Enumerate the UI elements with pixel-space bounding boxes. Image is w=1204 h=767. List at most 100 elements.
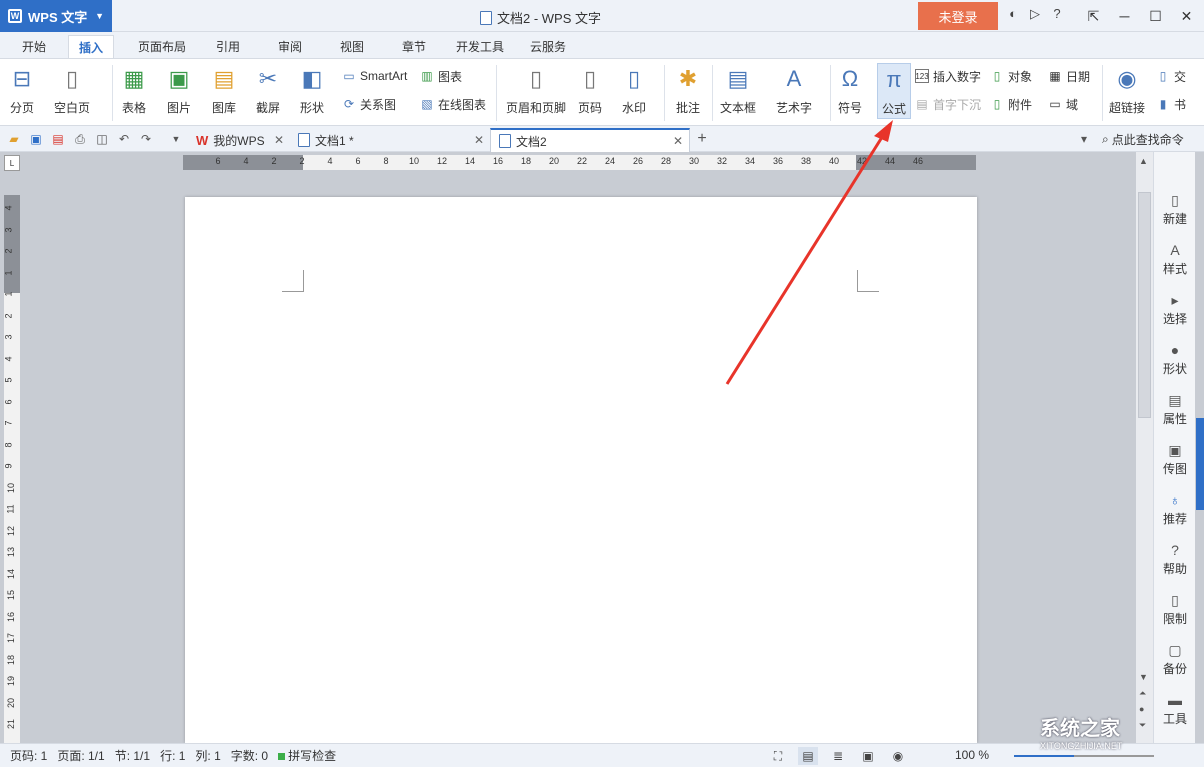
web-view-icon[interactable]: ▣: [858, 747, 878, 765]
tab-developer[interactable]: 开发工具: [446, 35, 514, 58]
print-preview-icon[interactable]: ◫: [94, 131, 110, 147]
formula-button[interactable]: π 公式: [877, 63, 911, 119]
print-icon[interactable]: ⎙: [72, 131, 88, 147]
panel-upload-image[interactable]: ▣ 传图: [1154, 442, 1196, 477]
relation-button[interactable]: ⟳ 关系图: [342, 95, 396, 113]
symbol-button[interactable]: Ω 符号: [836, 65, 864, 116]
spell-check-toggle[interactable]: 拼写检查: [278, 747, 336, 764]
attachment-button[interactable]: ▯ 附件: [990, 95, 1032, 113]
comment-button[interactable]: ✱ 批注: [674, 65, 702, 116]
watermark-button[interactable]: ▯ 水印: [620, 65, 648, 116]
dropcap-button[interactable]: ▤ 首字下沉: [915, 95, 981, 113]
close-icon[interactable]: ✕: [673, 134, 683, 148]
panel-properties[interactable]: ▤ 属性: [1154, 392, 1196, 427]
date-button[interactable]: ▦ 日期: [1048, 67, 1090, 85]
tab-page-layout[interactable]: 页面布局: [128, 35, 196, 58]
ruler-tick: 2: [271, 156, 277, 166]
tab-references[interactable]: 引用: [206, 35, 250, 58]
horizontal-ruler[interactable]: 6 4 2 2 4 6 8 10 12 14 16 18 20 22 24 26 28 30 32 34 36 38 40 4…: [183, 155, 976, 170]
search-command-input[interactable]: ⌕ 点此查找命令: [1102, 131, 1184, 148]
document-page[interactable]: [185, 197, 977, 743]
online-chart-button[interactable]: ▧ 在线图表: [420, 95, 486, 113]
export-pdf-icon[interactable]: ▤: [50, 131, 66, 147]
blank-page-button[interactable]: ▯ 空白页: [54, 65, 90, 116]
close-icon[interactable]: ✕: [474, 133, 484, 147]
ruler-corner-button[interactable]: L: [4, 155, 20, 171]
doc-tab-doc2[interactable]: 文档2 ✕: [490, 128, 690, 152]
panel-shape[interactable]: ● 形状: [1154, 342, 1196, 377]
login-button[interactable]: 未登录: [918, 2, 998, 30]
panel-edge-tab[interactable]: [1196, 418, 1204, 510]
save-icon[interactable]: ▣: [28, 131, 44, 147]
tab-review[interactable]: 审阅: [268, 35, 312, 58]
status-page-code[interactable]: 页码: 1: [10, 747, 47, 764]
zoom-slider[interactable]: [1014, 755, 1154, 757]
app-menu-button[interactable]: W WPS 文字 ▼: [0, 0, 112, 32]
textbox-icon: ▤: [727, 66, 749, 91]
shape-button[interactable]: ◧ 形状: [298, 65, 326, 116]
panel-style[interactable]: A 样式: [1154, 242, 1196, 277]
zoom-level[interactable]: 100 %: [955, 748, 989, 762]
panel-new[interactable]: ▯ 新建: [1154, 192, 1196, 227]
hyperlink-button[interactable]: ◉ 超链接: [1109, 65, 1145, 116]
undo-icon[interactable]: ↶: [116, 131, 132, 147]
picture-button[interactable]: ▣ 图片: [165, 65, 193, 116]
doc-tab-doc1[interactable]: 文档1 * ✕: [290, 128, 490, 152]
vertical-ruler[interactable]: 4 3 2 1 1 2 3 4 5 6 7 8 9 10 11 12 13 14 15 16 17 18 19 20 21: [4, 195, 20, 743]
chart-button[interactable]: ▥ 图表: [420, 67, 462, 85]
close-icon[interactable]: ✕: [1171, 0, 1202, 32]
scroll-up-icon[interactable]: ▲: [1139, 156, 1148, 166]
bookmark-button[interactable]: ▮ 书: [1156, 95, 1186, 113]
feedback-icon[interactable]: ▷: [1026, 6, 1044, 22]
doc-tab-my-wps[interactable]: W 我的WPS ✕: [188, 128, 290, 152]
ribbon-options-icon[interactable]: ▾: [1076, 131, 1092, 147]
field-button[interactable]: ▭ 域: [1048, 95, 1078, 113]
new-tab-icon[interactable]: +: [694, 130, 710, 147]
tab-insert[interactable]: 插入: [68, 35, 115, 58]
gallery-button[interactable]: ▤ 图库: [210, 65, 238, 116]
table-button[interactable]: ▦ 表格: [120, 65, 148, 116]
page-break-button[interactable]: ⊟ 分页: [8, 65, 36, 116]
vertical-scrollbar[interactable]: ▲ ▼ ⏶ ● ⏷: [1136, 152, 1153, 743]
screenshot-button[interactable]: ✂ 截屏: [254, 65, 282, 116]
insert-number-button[interactable]: 123 插入数字: [915, 67, 981, 85]
status-word-count[interactable]: 字数: 0: [231, 747, 268, 764]
redo-icon[interactable]: ↷: [138, 131, 154, 147]
tab-chapter[interactable]: 章节: [392, 35, 436, 58]
header-footer-button[interactable]: ▯ 页眉和页脚: [506, 65, 566, 116]
panel-recommend[interactable]: ♁ 推荐: [1154, 492, 1196, 527]
eye-protection-icon[interactable]: ◉: [888, 747, 908, 765]
wordart-button[interactable]: A 艺术字: [776, 65, 812, 116]
page-number-button[interactable]: ▯ 页码: [576, 65, 604, 116]
ribbon-collapse-icon[interactable]: ⇱: [1078, 0, 1109, 32]
skin-icon[interactable]: ◐: [1004, 6, 1022, 22]
ruler-tick: 36: [772, 156, 784, 166]
panel-restrict[interactable]: ▯ 限制: [1154, 592, 1196, 627]
scroll-down-icon[interactable]: ▼: [1139, 672, 1148, 682]
outline-view-icon[interactable]: ≣: [828, 747, 848, 765]
prev-page-icon[interactable]: ⏶: [1139, 688, 1146, 699]
tab-start[interactable]: 开始: [12, 35, 56, 58]
help-icon[interactable]: ?: [1048, 6, 1066, 22]
open-folder-icon[interactable]: ▰: [6, 131, 22, 147]
object-button[interactable]: ▯ 对象: [990, 67, 1032, 85]
smartart-button[interactable]: ▭ SmartArt: [342, 67, 407, 85]
panel-help[interactable]: ? 帮助: [1154, 542, 1196, 577]
close-icon[interactable]: ✕: [274, 133, 284, 147]
maximize-icon[interactable]: ☐: [1140, 0, 1171, 32]
page-view-icon[interactable]: ▤: [798, 747, 818, 765]
tab-view[interactable]: 视图: [330, 35, 374, 58]
chevron-down-icon[interactable]: ▼: [168, 131, 184, 147]
next-page-icon[interactable]: ⏷: [1139, 720, 1146, 731]
status-section: 节: 1/1: [114, 749, 151, 763]
fullscreen-icon[interactable]: ⛶: [768, 747, 788, 765]
scrollbar-thumb[interactable]: [1138, 192, 1151, 418]
panel-select[interactable]: ▸ 选择: [1154, 292, 1196, 327]
select-browse-icon[interactable]: ●: [1139, 704, 1144, 714]
cross-reference-button[interactable]: ▯ 交: [1156, 67, 1186, 85]
minimize-icon[interactable]: ─: [1109, 0, 1140, 32]
panel-backup[interactable]: ▢ 备份: [1154, 642, 1196, 677]
tab-cloud[interactable]: 云服务: [520, 35, 576, 58]
textbox-button[interactable]: ▤ 文本框: [720, 65, 756, 116]
panel-tools[interactable]: ▬ 工具: [1154, 692, 1196, 727]
